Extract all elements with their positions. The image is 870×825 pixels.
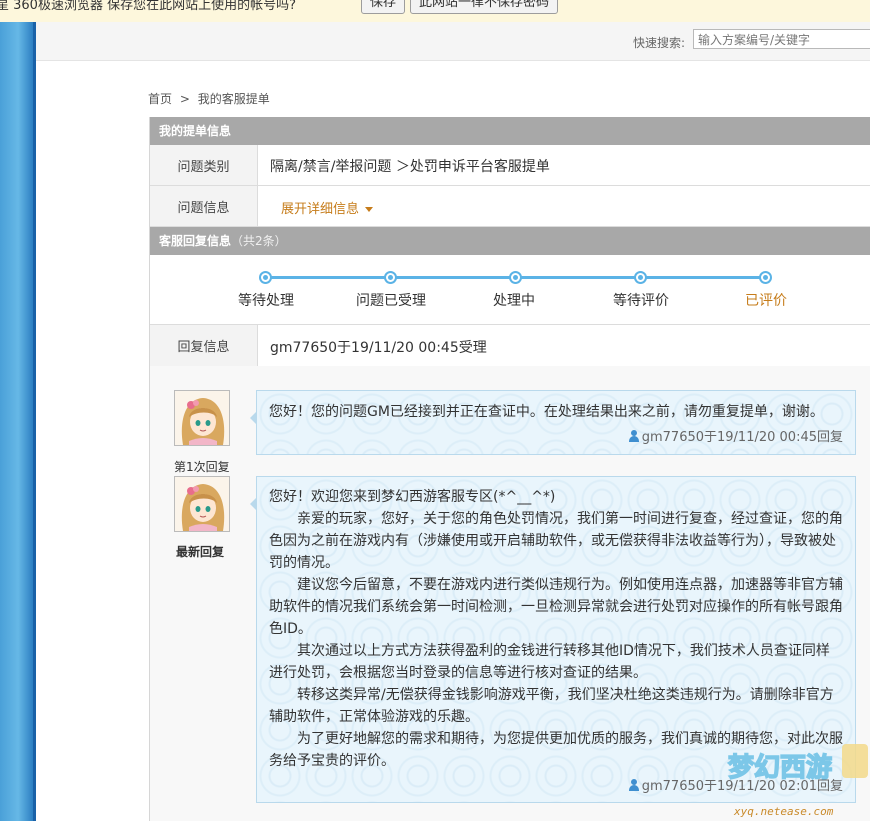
ticket-info-title: 我的提单信息 bbox=[159, 124, 232, 138]
caret-down-icon bbox=[365, 206, 374, 212]
reply-info-label: 回复信息 bbox=[150, 325, 258, 366]
reply-2-greeting: 您好！欢迎您来到梦幻西游客服专区(*^__^*) bbox=[269, 489, 556, 505]
breadcrumb-home-link[interactable]: 首页 bbox=[148, 92, 172, 106]
expand-details-label: 展开详细信息 bbox=[281, 202, 360, 217]
user-icon bbox=[628, 430, 640, 442]
reply-2-paragraph: 亲爱的玩家，您好，关于您的角色处罚情况，我们第一时间进行复查，经过查证，您的角色… bbox=[269, 511, 843, 571]
save-password-prompt: 星 360极速浏览器 保存您在此网站上使用的帐号吗? bbox=[0, 0, 296, 13]
breadcrumb-current: 我的客服提单 bbox=[197, 92, 270, 106]
step-rated: 已评价 bbox=[745, 293, 787, 309]
reply-1-signature: gm77650于19/11/20 00:45回复 bbox=[628, 426, 843, 445]
step-accepted: 问题已受理 bbox=[356, 293, 426, 309]
category-value: 隔离/禁言/举报问题 ＞处罚申诉平台客服提单 bbox=[270, 159, 550, 175]
never-save-button[interactable]: 此网站一律不保存密码 bbox=[410, 0, 559, 14]
user-icon bbox=[628, 779, 640, 791]
save-password-bar: 星 360极速浏览器 保存您在此网站上使用的帐号吗? 保存 此网站一律不保存密码 bbox=[0, 0, 870, 23]
bubble-arrow bbox=[250, 411, 257, 425]
game-logo-watermark: 梦幻西游 xyq.netease.com bbox=[726, 742, 870, 821]
reply-2-paragraph: 其次通过以上方式方法获得盈利的金钱进行转移其他ID情况下，我们技术人员查证同样进… bbox=[269, 643, 830, 681]
progress-dot-icon bbox=[384, 271, 397, 284]
progress-dot-icon bbox=[759, 271, 772, 284]
left-decor-edge bbox=[33, 22, 36, 821]
reply-info-value: gm77650于19/11/20 00:45受理 bbox=[270, 340, 487, 356]
left-decor-bar bbox=[0, 22, 33, 821]
reply-count: （共2条） bbox=[231, 234, 287, 248]
reply-1-label: 第1次回复 bbox=[174, 460, 230, 474]
info-row: 问题信息 展开详细信息 bbox=[150, 186, 870, 227]
step-waiting: 等待处理 bbox=[238, 293, 294, 309]
expand-details-link[interactable]: 展开详细信息 bbox=[281, 198, 374, 217]
reply-2-paragraph: 建议您今后留意，不要在游戏内进行类似违规行为。例如使用连点器，加速器等非官方辅助… bbox=[269, 577, 843, 637]
ticket-info-header: 我的提单信息 bbox=[150, 117, 870, 145]
breadcrumb: 首页 > 我的客服提单 bbox=[148, 90, 274, 107]
cs-avatar bbox=[174, 390, 230, 446]
info-label: 问题信息 bbox=[150, 186, 258, 226]
progress-dot-icon bbox=[509, 271, 522, 284]
save-password-button[interactable]: 保存 bbox=[361, 0, 406, 14]
progress-dot-icon bbox=[634, 271, 647, 284]
bubble-arrow bbox=[250, 497, 257, 511]
progress-dot-icon bbox=[259, 271, 272, 284]
step-await-rating: 等待评价 bbox=[613, 293, 669, 309]
logo-url: xyq.netease.com bbox=[733, 805, 834, 818]
category-row: 问题类别 隔离/禁言/举报问题 ＞处罚申诉平台客服提单 bbox=[150, 145, 870, 186]
reply-info-title: 客服回复信息 bbox=[159, 234, 232, 248]
reply-2-label: 最新回复 bbox=[176, 545, 225, 559]
logo-text: 梦幻西游 bbox=[728, 753, 832, 783]
category-label: 问题类别 bbox=[150, 145, 258, 185]
reply-info-row: 回复信息 gm77650于19/11/20 00:45受理 bbox=[150, 324, 870, 367]
step-processing: 处理中 bbox=[493, 293, 535, 309]
quick-search-label: 快速搜索: bbox=[633, 36, 686, 50]
breadcrumb-separator: > bbox=[179, 92, 190, 106]
reply-info-header: 客服回复信息（共2条） bbox=[150, 227, 870, 255]
reply-1-signature-text: gm77650于19/11/20 00:45回复 bbox=[641, 430, 843, 445]
quick-search-input[interactable]: 输入方案编号/关键字 bbox=[693, 29, 870, 49]
cs-avatar bbox=[174, 476, 230, 532]
reply-2-paragraph: 转移这类异常/无偿获得金钱影响游戏平衡，我们坚决杜绝这类违规行为。请删除非官方辅… bbox=[269, 687, 834, 725]
reply-1-bubble: 您好！您的问题GM已经接到并正在查证中。在处理结果出来之前，请勿重复提单，谢谢。… bbox=[250, 390, 856, 455]
reply-1-text: 您好！您的问题GM已经接到并正在查证中。在处理结果出来之前，请勿重复提单，谢谢。 bbox=[269, 404, 824, 420]
